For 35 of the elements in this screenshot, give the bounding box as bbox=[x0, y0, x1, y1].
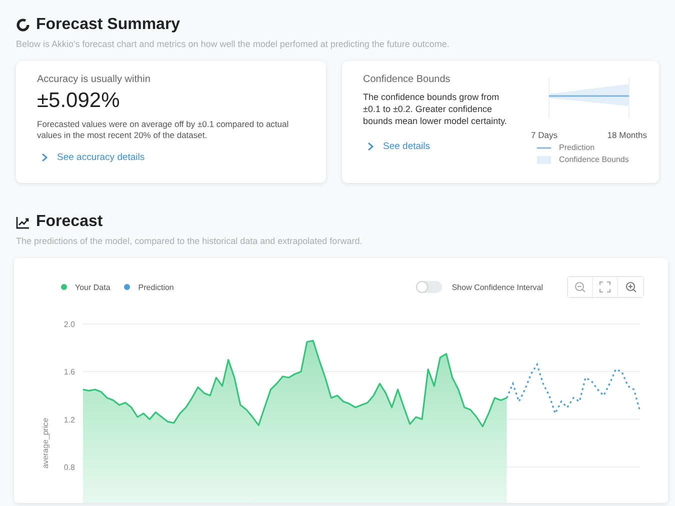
legend-label: Prediction bbox=[559, 143, 595, 152]
tick-label: 1.6 bbox=[64, 368, 75, 377]
accuracy-value: ±5.092% bbox=[37, 89, 121, 113]
card-label: Accuracy is usually within bbox=[37, 74, 152, 85]
section-title: Forecast bbox=[36, 213, 103, 231]
card-description: The confidence bounds grow from ±0.1 to ±0.2. Greater confidence bounds mean lower model certainty. bbox=[363, 91, 508, 128]
section-title: Forecast Summary bbox=[36, 16, 180, 34]
tick-label: 1.2 bbox=[64, 415, 75, 424]
legend-label: Your Data bbox=[75, 282, 110, 292]
zoom-out-button[interactable] bbox=[568, 277, 593, 297]
toggle-label: Show Confidence Interval bbox=[452, 282, 543, 292]
fullscreen-icon bbox=[599, 281, 611, 293]
tick-label: 0.8 bbox=[64, 463, 75, 472]
card-description: Forecasted values were on average off by ±0.1 compared to actual values in the most recent 20% of the dataset. bbox=[37, 119, 290, 142]
axis-label: 18 Months bbox=[607, 130, 647, 140]
chevron-right-icon bbox=[367, 142, 374, 152]
card-label: Confidence Bounds bbox=[363, 74, 452, 85]
legend-label: Confidence Bounds bbox=[559, 155, 629, 164]
trend-chart-icon bbox=[16, 216, 30, 228]
section-subtitle: Below is Akkio's forecast chart and metrics on how well the model perfomed at predicting the future outcome. bbox=[16, 39, 450, 49]
toggle-switch[interactable] bbox=[416, 281, 442, 293]
details-link[interactable]: See accuracy details bbox=[41, 152, 145, 163]
band-swatch-icon bbox=[537, 156, 551, 164]
tick-label: 2.0 bbox=[64, 320, 75, 329]
axis-title: average_price bbox=[41, 418, 50, 469]
legend-dot bbox=[61, 284, 67, 290]
section-subtitle: The predictions of the model, compared to the historical data and extrapolated forward. bbox=[16, 236, 364, 246]
zoom-out-icon bbox=[574, 281, 586, 293]
legend-label: Prediction bbox=[138, 282, 174, 292]
zoom-in-icon bbox=[624, 281, 636, 293]
chevron-right-icon bbox=[41, 152, 48, 162]
details-link[interactable]: See details bbox=[367, 141, 430, 152]
legend-dot bbox=[124, 284, 130, 290]
axis-label: 7 Days bbox=[531, 130, 558, 140]
loading-ring-icon bbox=[16, 18, 30, 32]
